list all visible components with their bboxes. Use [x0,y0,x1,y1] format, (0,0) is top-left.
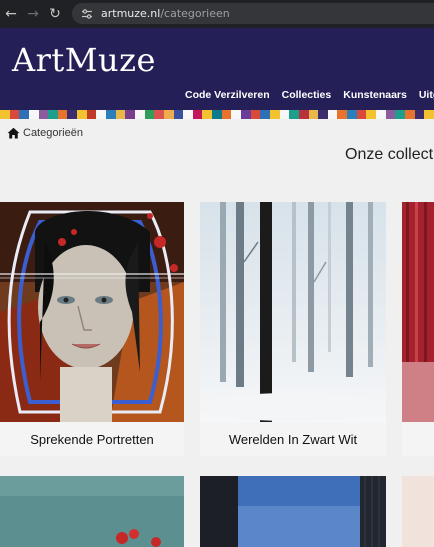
url-path: /categorieen [160,7,230,20]
stripe-segment [347,110,357,119]
stripe-segment [327,110,338,119]
stripe-segment [260,110,270,119]
category-card-zwart-wit[interactable]: Werelden In Zwart Wit [200,202,386,456]
section-title: Onze collectie [345,146,434,163]
stripe-segment [115,110,126,119]
stripe-segment [298,110,309,119]
stripe-segment [404,110,415,119]
reload-icon[interactable]: ↻ [44,0,66,28]
stripe-segment [125,110,135,119]
building-artwork-image [200,476,386,547]
nav-kunstenaars[interactable]: Kunstenaars [343,89,407,101]
stripe-segment [134,110,145,119]
curtain-artwork-image [402,202,434,422]
browser-toolbar: ← → ↻ artmuze.nl/categorieen [0,0,434,28]
site-logo[interactable]: ArtMuze [12,41,156,79]
stripe-segment [192,110,203,119]
stripe-segment [106,110,116,119]
pale-artwork-image [402,476,434,547]
nav-uitgelicht[interactable]: Uitge [419,89,434,101]
site-header: ArtMuze Code Verzilveren Collecties Kuns… [0,28,434,110]
category-card-row2-1[interactable] [0,476,184,547]
stripe-segment [241,110,251,119]
category-label[interactable]: Werelden In Zwart Wit [200,422,386,456]
stripe-segment [308,110,319,119]
stripe-segment [57,110,68,119]
category-card-portretten[interactable]: Sprekende Portretten [0,202,184,456]
category-card-row2-2[interactable] [200,476,386,547]
stripe-segment [269,110,280,119]
portrait-artwork-image [0,202,184,422]
category-label[interactable]: Sprekende Portretten [0,422,184,456]
nav-collecties[interactable]: Collecties [282,89,332,101]
stripe-segment [38,110,49,119]
stripe-segment [96,110,107,119]
breadcrumb-current[interactable]: Categorieën [23,127,83,139]
stripe-segment [366,110,376,119]
stripe-segment [337,110,348,119]
stripe-segment [173,110,184,119]
home-icon[interactable] [7,127,20,139]
stripe-segment [424,110,434,119]
stripe-segment [163,110,174,119]
address-bar[interactable]: artmuze.nl/categorieen [72,3,434,24]
stripe-segment [144,110,155,119]
forward-arrow-icon[interactable]: → [22,0,44,28]
stripe-segment [414,110,425,119]
stripe-segment [202,110,213,119]
stripe-segment [77,110,87,119]
stripe-segment [86,110,97,119]
breadcrumb: Categorieën [7,127,83,139]
stripe-segment [395,110,405,119]
teal-artwork-image [0,476,184,547]
stripe-segment [67,110,78,119]
stripe-segment [375,110,386,119]
stripe-segment [28,110,39,119]
stripe-segment [356,110,367,119]
stripe-segment [289,110,299,119]
stripe-segment [250,110,261,119]
back-arrow-icon[interactable]: ← [0,0,22,28]
nav-code-verzilveren[interactable]: Code Verzilveren [185,89,270,101]
stripe-segment [385,110,396,119]
site-settings-icon[interactable] [80,7,94,21]
url-text[interactable]: artmuze.nl/categorieen [101,7,230,20]
category-card-partial[interactable] [402,202,434,456]
stripe-segment [212,110,222,119]
url-domain: artmuze.nl [101,7,161,20]
stripe-segment [279,110,290,119]
decorative-stripe-band [0,110,434,119]
forest-artwork-image [200,202,386,422]
stripe-segment [9,110,20,119]
stripe-segment [183,110,193,119]
category-card-row2-3[interactable] [402,476,434,547]
stripe-segment [19,110,29,119]
stripe-segment [0,110,10,119]
main-nav: Code Verzilveren Collecties Kunstenaars … [185,89,434,101]
stripe-segment [48,110,58,119]
stripe-segment [318,110,328,119]
stripe-segment [154,110,164,119]
stripe-segment [221,110,232,119]
stripe-segment [231,110,242,119]
category-label-empty [402,422,434,456]
